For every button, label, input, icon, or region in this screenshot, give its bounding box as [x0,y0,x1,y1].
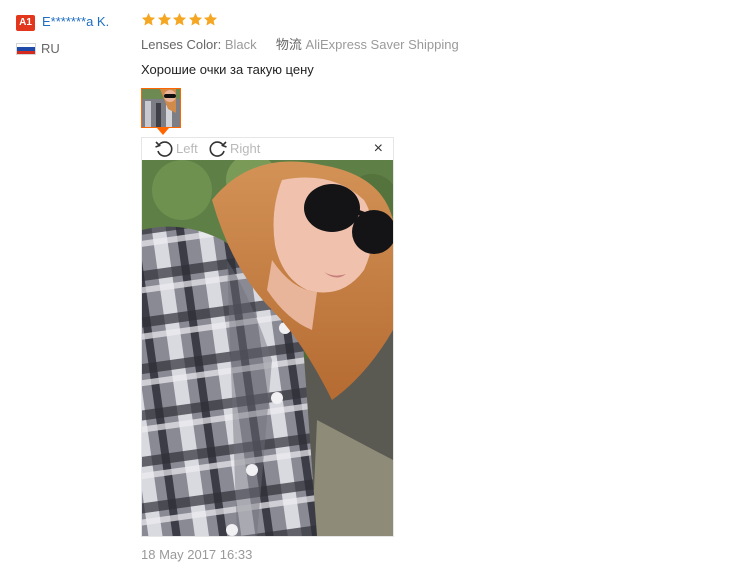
property-value: Black [224,37,257,52]
property-name: 物流 [275,37,302,52]
thumbnail-pointer [157,128,169,135]
star-icon [157,12,171,26]
star-icon [141,12,156,26]
flag-stripe-red [17,50,35,54]
rotate-left-icon [155,141,173,157]
review-photo [142,160,393,536]
star-icon [172,12,187,26]
review-date: 18 May 2017 16:33 [141,547,253,562]
review-photo-thumbnail[interactable] [141,88,181,128]
country-flag-icon [16,43,36,55]
photo-viewer: Left Right × [141,137,394,537]
review-photo-image [142,160,393,536]
rotate-left-button[interactable]: Left [154,139,198,159]
property-value: AliExpress Saver Shipping [305,37,459,52]
reviewer-country: RU [41,41,60,56]
reviewer-name[interactable]: E*******a K. [42,13,109,31]
member-level-badge: A1 [16,15,35,31]
star-icon [203,12,218,26]
rotate-right-button[interactable]: Right [208,139,260,159]
thumbnail-image [142,89,180,127]
rotate-right-label: Right [230,141,261,156]
product-properties: Lenses Color: Black 物流 AliExpress Saver … [141,36,459,54]
review-text: Хорошие очки за такую цену [141,62,314,77]
viewer-toolbar: Left Right × [142,138,393,160]
rotate-right-icon [209,141,227,157]
rotate-left-label: Left [176,141,198,156]
star-rating [141,12,219,30]
star-icon [188,12,202,26]
close-icon[interactable]: × [374,141,383,157]
property-name: Lenses Color: [141,37,222,52]
